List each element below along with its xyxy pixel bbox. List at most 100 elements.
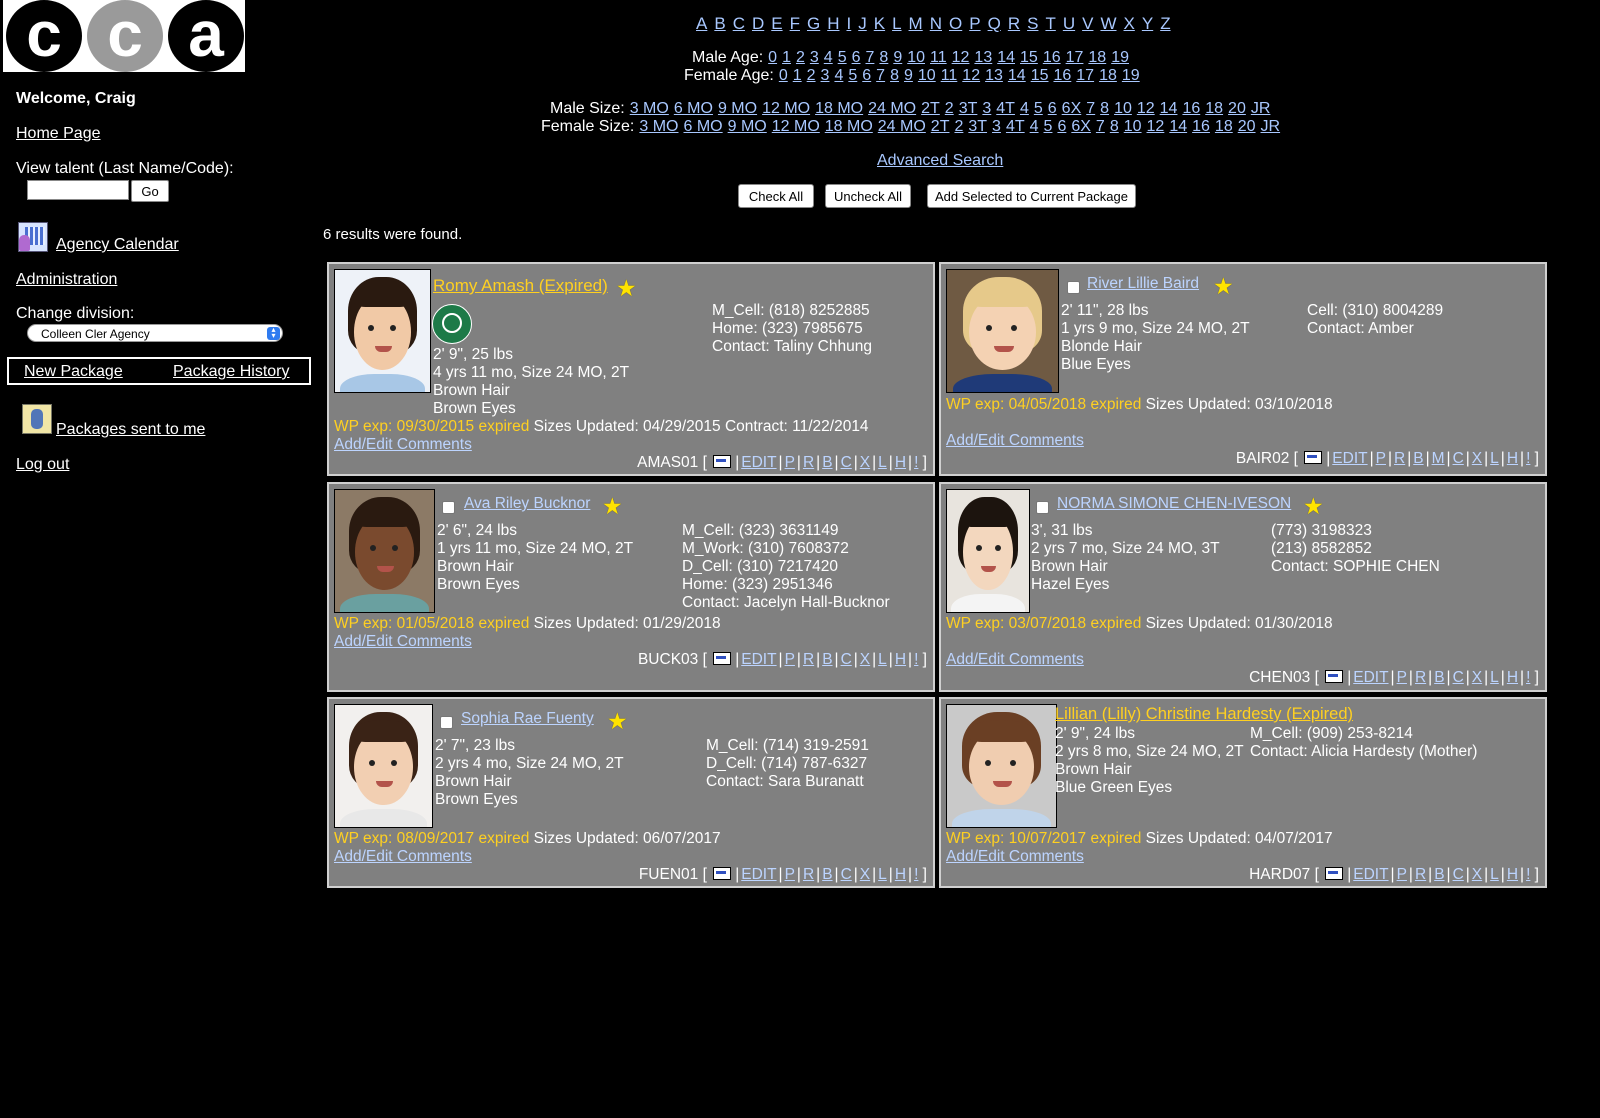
female-size-link[interactable]: JR — [1261, 118, 1281, 135]
female-age-link[interactable]: 14 — [1008, 67, 1026, 84]
letter-link[interactable]: V — [1082, 14, 1093, 33]
male-size-link[interactable]: 14 — [1160, 100, 1178, 117]
letter-link[interactable]: T — [1045, 14, 1055, 33]
letter-link[interactable]: G — [807, 14, 820, 33]
card-action-link[interactable]: L — [878, 454, 887, 471]
division-select[interactable]: Colleen Cler Agency ▴ ▾ — [27, 324, 283, 342]
card-action-link[interactable]: ! — [914, 454, 918, 471]
add-edit-comments-link[interactable]: Add/Edit Comments — [334, 848, 472, 866]
female-size-link[interactable]: 6X — [1071, 118, 1091, 135]
card-action-link[interactable]: EDIT — [1353, 669, 1388, 686]
agency-calendar-link[interactable]: Agency Calendar — [56, 236, 179, 254]
card-action-link[interactable]: X — [860, 651, 870, 668]
email-icon[interactable] — [713, 455, 732, 468]
talent-name-link[interactable]: Lillian (Lilly) Christine Hardesty (Expi… — [1055, 705, 1353, 723]
email-icon[interactable] — [1304, 451, 1323, 464]
card-action-link[interactable]: ! — [1526, 866, 1530, 883]
letter-link[interactable]: N — [930, 14, 942, 33]
card-action-link[interactable]: P — [785, 454, 795, 471]
male-size-link[interactable]: 6 MO — [674, 100, 713, 117]
card-action-link[interactable]: EDIT — [741, 651, 776, 668]
packages-sent-link[interactable]: Packages sent to me — [56, 421, 205, 439]
email-icon[interactable] — [1325, 670, 1344, 683]
male-size-link[interactable]: JR — [1251, 100, 1271, 117]
letter-link[interactable]: K — [874, 14, 885, 33]
advanced-search-link[interactable]: Advanced Search — [877, 151, 1003, 170]
card-action-link[interactable]: C — [1453, 669, 1464, 686]
male-age-link[interactable]: 14 — [997, 49, 1015, 66]
card-action-link[interactable]: L — [878, 866, 887, 883]
female-size-link[interactable]: 4 — [1030, 118, 1039, 135]
female-size-link[interactable]: 5 — [1044, 118, 1053, 135]
female-size-link[interactable]: 9 MO — [728, 118, 767, 135]
female-size-link[interactable]: 3 MO — [639, 118, 678, 135]
male-size-link[interactable]: 12 MO — [762, 100, 810, 117]
male-size-link[interactable]: 9 MO — [718, 100, 757, 117]
uncheck-all-button[interactable]: Uncheck All — [825, 184, 911, 208]
card-action-link[interactable]: P — [785, 866, 795, 883]
male-age-link[interactable]: 6 — [852, 49, 861, 66]
talent-name-link[interactable]: Romy Amash (Expired) — [433, 277, 608, 295]
letter-link[interactable]: Y — [1142, 14, 1153, 33]
male-age-link[interactable]: 1 — [782, 49, 791, 66]
letter-link[interactable]: X — [1124, 14, 1135, 33]
talent-photo[interactable] — [946, 489, 1030, 613]
male-age-link[interactable]: 13 — [974, 49, 992, 66]
card-action-link[interactable]: H — [1507, 450, 1518, 467]
select-checkbox[interactable] — [440, 716, 453, 729]
male-age-link[interactable]: 18 — [1088, 49, 1106, 66]
administration-link[interactable]: Administration — [16, 271, 117, 289]
female-size-link[interactable]: 12 — [1147, 118, 1165, 135]
male-size-link[interactable]: 3T — [959, 100, 978, 117]
logout-link[interactable]: Log out — [16, 456, 69, 474]
card-action-link[interactable]: H — [895, 651, 906, 668]
card-action-link[interactable]: EDIT — [741, 454, 776, 471]
add-edit-comments-link[interactable]: Add/Edit Comments — [334, 436, 472, 454]
letter-link[interactable]: P — [969, 14, 980, 33]
card-action-link[interactable]: R — [1394, 450, 1405, 467]
male-size-link[interactable]: 20 — [1228, 100, 1246, 117]
male-age-link[interactable]: 17 — [1066, 49, 1084, 66]
card-action-link[interactable]: B — [1413, 450, 1423, 467]
female-size-link[interactable]: 20 — [1238, 118, 1256, 135]
card-action-link[interactable]: ! — [1526, 450, 1530, 467]
add-edit-comments-link[interactable]: Add/Edit Comments — [946, 651, 1084, 669]
letter-link[interactable]: R — [1008, 14, 1020, 33]
select-checkbox[interactable] — [1067, 281, 1080, 294]
male-size-link[interactable]: 10 — [1114, 100, 1132, 117]
male-age-link[interactable]: 0 — [768, 49, 777, 66]
card-action-link[interactable]: M — [1432, 450, 1445, 467]
talent-photo[interactable] — [946, 704, 1057, 828]
add-edit-comments-link[interactable]: Add/Edit Comments — [946, 432, 1084, 450]
favorite-star-icon[interactable]: ★ — [602, 495, 623, 518]
talent-photo[interactable] — [334, 489, 435, 613]
male-age-link[interactable]: 19 — [1111, 49, 1129, 66]
card-action-link[interactable]: C — [841, 651, 852, 668]
letter-link[interactable]: O — [949, 14, 962, 33]
female-age-link[interactable]: 1 — [793, 67, 802, 84]
add-edit-comments-link[interactable]: Add/Edit Comments — [946, 848, 1084, 866]
male-size-link[interactable]: 6 — [1048, 100, 1057, 117]
male-age-link[interactable]: 9 — [893, 49, 902, 66]
female-age-link[interactable]: 2 — [807, 67, 816, 84]
male-size-link[interactable]: 18 — [1205, 100, 1223, 117]
new-package-link[interactable]: New Package — [24, 363, 123, 381]
card-action-link[interactable]: B — [1434, 669, 1444, 686]
female-age-link[interactable]: 11 — [941, 67, 958, 84]
male-age-link[interactable]: 7 — [866, 49, 875, 66]
letter-link[interactable]: J — [858, 14, 867, 33]
card-action-link[interactable]: X — [1472, 669, 1482, 686]
go-button[interactable]: Go — [131, 180, 169, 202]
letter-link[interactable]: D — [752, 14, 764, 33]
card-action-link[interactable]: ! — [1526, 669, 1530, 686]
male-size-link[interactable]: 16 — [1182, 100, 1200, 117]
female-size-link[interactable]: 16 — [1192, 118, 1210, 135]
female-age-link[interactable]: 6 — [862, 67, 871, 84]
card-action-link[interactable]: R — [803, 866, 814, 883]
card-action-link[interactable]: X — [860, 454, 870, 471]
card-action-link[interactable]: L — [1490, 669, 1499, 686]
male-age-link[interactable]: 10 — [907, 49, 925, 66]
card-action-link[interactable]: B — [822, 651, 832, 668]
talent-photo[interactable] — [334, 704, 433, 828]
male-size-link[interactable]: 5 — [1034, 100, 1043, 117]
